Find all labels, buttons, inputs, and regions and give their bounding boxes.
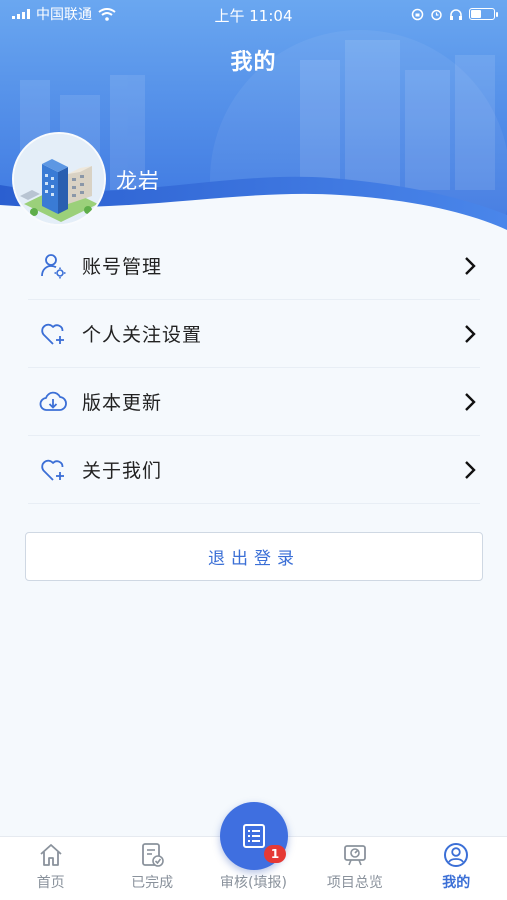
notification-badge: 1 [264,845,286,863]
tab-label: 首页 [36,875,65,891]
chevron-right-icon [465,324,476,343]
page-title: 我的 [230,50,277,75]
settings-menu: 账号管理 个人关注设置 版本更新 关于我们 [28,232,480,504]
user-circle-icon [444,843,469,867]
tab-label: 已完成 [131,875,174,891]
tab-label: 我的 [442,875,471,891]
menu-item-label: 账号管理 [82,256,163,278]
heart-plus-icon [38,455,68,485]
city-building-illustration [14,134,104,224]
cloud-download-icon [38,387,68,417]
menu-item-account-management[interactable]: 账号管理 [28,232,480,300]
document-check-icon [142,843,164,867]
tab-label: 审核(填报) [220,875,287,891]
tab-project-overview[interactable]: 项目总览 [304,836,405,900]
logout-button[interactable]: 退出登录 [25,532,483,581]
menu-item-follow-settings[interactable]: 个人关注设置 [28,300,480,368]
user-name: 龙岩 [116,169,160,193]
status-bar: 中国联通 上午 11:04 [0,0,507,28]
list-icon [243,824,265,848]
battery-icon [469,8,498,20]
chevron-right-icon [465,392,476,411]
presentation-icon [343,845,366,866]
menu-item-version-update[interactable]: 版本更新 [28,368,480,436]
home-icon [40,844,62,866]
chevron-right-icon [465,460,476,479]
tab-mine[interactable]: 我的 [406,836,507,900]
menu-item-about-us[interactable]: 关于我们 [28,436,480,504]
chevron-right-icon [465,256,476,275]
heart-plus-icon [38,319,68,349]
tab-completed[interactable]: 已完成 [101,836,202,900]
menu-item-label: 关于我们 [82,460,163,482]
avatar[interactable] [12,132,106,226]
user-settings-icon [38,251,68,281]
profile-header: 中国联通 上午 11:04 我的 龙岩 [0,0,507,235]
menu-item-label: 版本更新 [82,392,163,414]
tab-label: 项目总览 [326,875,383,891]
menu-item-label: 个人关注设置 [82,324,203,346]
tab-home[interactable]: 首页 [0,836,101,900]
status-time: 上午 11:04 [214,7,293,25]
